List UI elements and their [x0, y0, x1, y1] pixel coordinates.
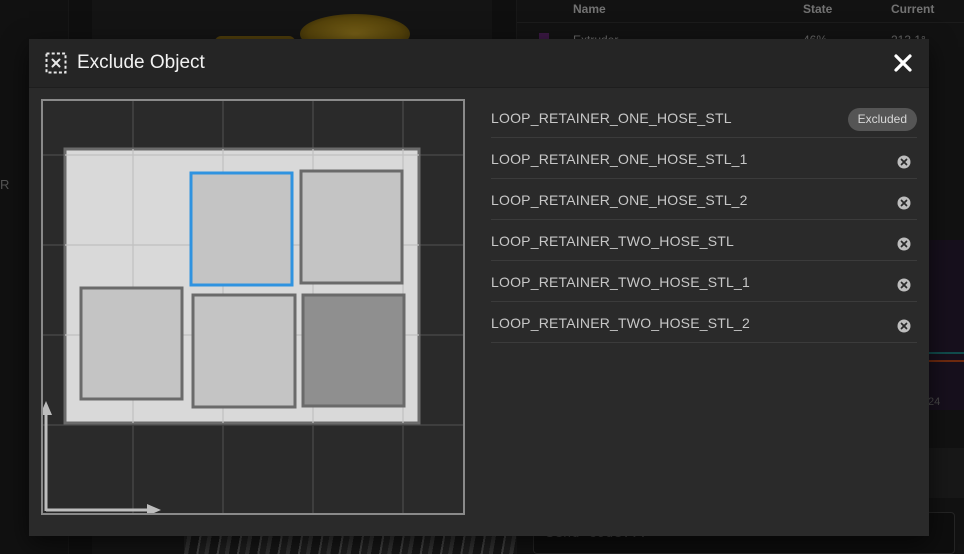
object-name: LOOP_RETAINER_TWO_HOSE_STL_2	[491, 315, 750, 331]
dialog-title: Exclude Object	[77, 52, 205, 73]
object-footprint[interactable]	[301, 293, 406, 408]
bed-map-canvas	[43, 101, 463, 513]
object-row[interactable]: LOOP_RETAINER_ONE_HOSE_STL Excluded	[491, 97, 917, 138]
object-footprint[interactable]	[79, 286, 184, 401]
exclude-icon[interactable]	[897, 196, 911, 210]
bed-map[interactable]	[41, 99, 465, 515]
exclude-icon[interactable]	[897, 278, 911, 292]
dialog-header: Exclude Object	[29, 39, 929, 88]
exclude-icon[interactable]	[897, 319, 911, 333]
exclude-icon[interactable]	[897, 237, 911, 251]
object-footprint[interactable]	[191, 293, 297, 409]
object-footprint[interactable]	[299, 169, 404, 285]
object-name: LOOP_RETAINER_ONE_HOSE_STL_1	[491, 151, 748, 167]
object-row[interactable]: LOOP_RETAINER_ONE_HOSE_STL_1	[491, 138, 917, 179]
excluded-badge: Excluded	[847, 108, 917, 131]
object-row[interactable]: LOOP_RETAINER_TWO_HOSE_STL_2	[491, 302, 917, 343]
object-name: LOOP_RETAINER_ONE_HOSE_STL_2	[491, 192, 748, 208]
object-row[interactable]: LOOP_RETAINER_TWO_HOSE_STL_1	[491, 261, 917, 302]
exclude-icon[interactable]	[897, 155, 911, 169]
object-row[interactable]: LOOP_RETAINER_TWO_HOSE_STL	[491, 220, 917, 261]
object-list: LOOP_RETAINER_ONE_HOSE_STL Excluded LOOP…	[491, 97, 917, 343]
exclude-object-icon	[45, 52, 67, 74]
object-row[interactable]: LOOP_RETAINER_ONE_HOSE_STL_2	[491, 179, 917, 220]
object-name: LOOP_RETAINER_TWO_HOSE_STL	[491, 233, 735, 249]
exclude-object-dialog: Exclude Object LOOP_RETAINER_ONE_HOSE_ST…	[29, 39, 929, 536]
object-name: LOOP_RETAINER_ONE_HOSE_STL	[491, 110, 732, 126]
object-name: LOOP_RETAINER_TWO_HOSE_STL_1	[491, 274, 750, 290]
close-icon[interactable]	[891, 51, 915, 75]
object-footprint[interactable]	[189, 171, 294, 287]
